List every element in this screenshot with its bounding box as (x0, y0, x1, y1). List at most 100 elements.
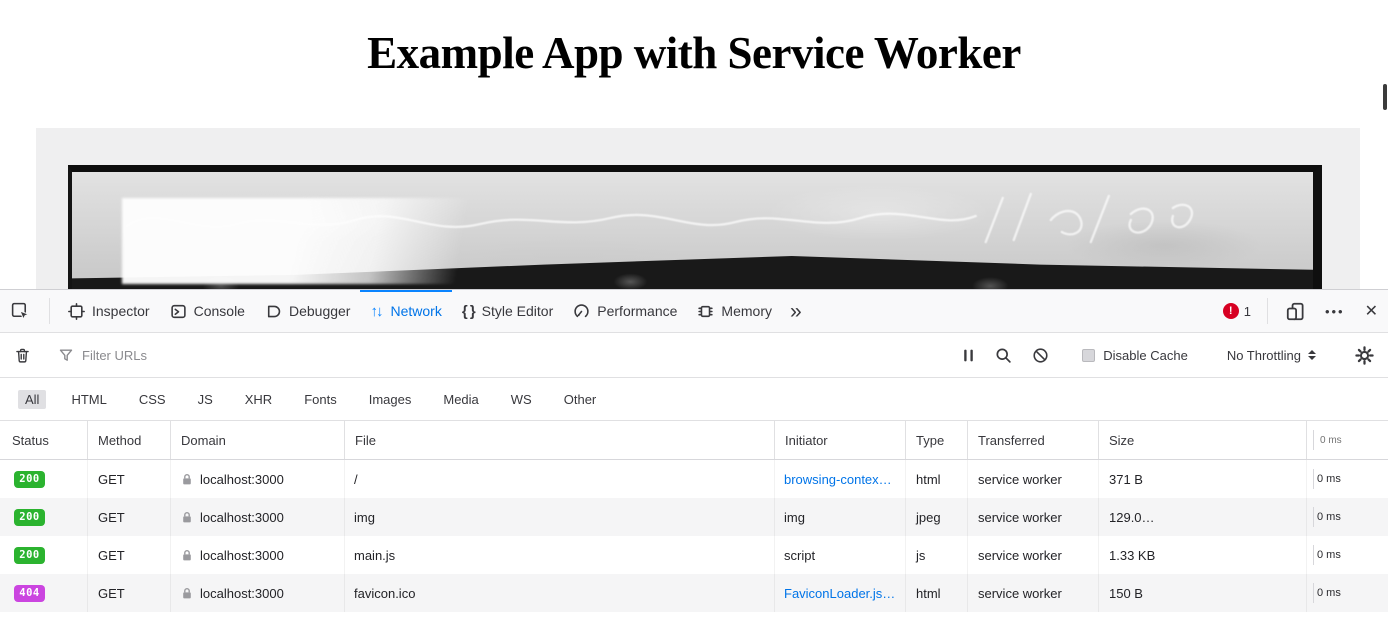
close-devtools-button[interactable]: ✕ (1355, 290, 1388, 332)
tab-label: Performance (597, 303, 677, 319)
tab-memory[interactable]: Memory (687, 290, 782, 332)
network-settings-button[interactable] (1345, 346, 1388, 365)
network-icon: ↑↓ (370, 303, 381, 320)
request-row[interactable]: 404 GET localhost:3000 favicon.ico Favic… (0, 574, 1388, 612)
method-cell: GET (88, 574, 171, 612)
column-header-initiator[interactable]: Initiator (775, 421, 906, 459)
gear-icon (1355, 346, 1374, 365)
column-header-type[interactable]: Type (906, 421, 968, 459)
lock-icon (181, 511, 193, 524)
filter-urls-input[interactable] (82, 348, 939, 363)
file-cell: favicon.ico (345, 574, 775, 612)
clear-requests-button[interactable] (0, 347, 41, 364)
search-button[interactable] (985, 347, 1022, 364)
devtools-menu-button[interactable]: ••• (1315, 290, 1355, 332)
filter-all[interactable]: All (18, 390, 46, 409)
tab-inspector[interactable]: Inspector (58, 290, 160, 332)
status-badge: 200 (14, 509, 45, 526)
tab-network[interactable]: ↑↓ Network (360, 290, 451, 332)
column-header-file[interactable]: File (345, 421, 775, 459)
filter-js[interactable]: JS (191, 390, 220, 409)
tab-label: Inspector (92, 303, 150, 319)
request-row[interactable]: 200 GET localhost:3000 main.js script js… (0, 536, 1388, 574)
initiator-link[interactable]: FaviconLoader.js… (775, 574, 906, 612)
app-screen: Example App with Service Worker (0, 0, 1388, 622)
inspector-icon (68, 303, 85, 320)
column-header-waterfall[interactable]: 0 ms (1307, 421, 1388, 459)
filter-css[interactable]: CSS (132, 390, 173, 409)
funnel-icon (58, 347, 74, 363)
tab-label: Console (194, 303, 245, 319)
page-scrollbar-thumb[interactable] (1383, 84, 1387, 110)
more-tabs-button[interactable]: » (782, 290, 810, 332)
column-header-status[interactable]: Status (0, 421, 88, 459)
tab-debugger[interactable]: Debugger (255, 290, 361, 332)
tab-label: Style Editor (482, 303, 554, 319)
filter-html[interactable]: HTML (64, 390, 113, 409)
request-type-filters: All HTML CSS JS XHR Fonts Images Media W… (0, 378, 1388, 421)
filter-ws[interactable]: WS (504, 390, 539, 409)
search-icon (995, 347, 1012, 364)
status-badge: 404 (14, 585, 45, 602)
size-cell: 129.0… (1099, 498, 1307, 536)
disable-cache-checkbox[interactable] (1082, 349, 1095, 362)
transferred-cell: service worker (968, 498, 1099, 536)
pick-element-button[interactable] (0, 290, 41, 332)
waterfall-cell: 0 ms (1307, 498, 1388, 536)
filter-media[interactable]: Media (436, 390, 485, 409)
tab-performance[interactable]: Performance (563, 290, 687, 332)
debugger-icon (265, 303, 282, 320)
disable-cache-label: Disable Cache (1103, 348, 1188, 363)
hero-image-area (36, 128, 1360, 289)
domain-text: localhost:3000 (200, 510, 284, 525)
throttling-value: No Throttling (1227, 348, 1301, 363)
waterfall-cell: 0 ms (1307, 536, 1388, 574)
column-header-domain[interactable]: Domain (171, 421, 345, 459)
console-icon (170, 303, 187, 320)
pause-icon (962, 348, 975, 363)
filter-other[interactable]: Other (557, 390, 604, 409)
type-cell: html (906, 574, 968, 612)
filter-fonts[interactable]: Fonts (297, 390, 344, 409)
filter-images[interactable]: Images (362, 390, 419, 409)
devtools-toolbar: Inspector Console Debugger ↑↓ Network (0, 290, 1388, 333)
lock-icon (181, 549, 193, 562)
responsive-design-mode-button[interactable] (1276, 290, 1315, 332)
initiator-link[interactable]: browsing-contex… (775, 460, 906, 498)
filter-xhr[interactable]: XHR (238, 390, 279, 409)
type-cell: js (906, 536, 968, 574)
tab-label: Memory (721, 303, 772, 319)
transferred-cell: service worker (968, 536, 1099, 574)
size-cell: 150 B (1099, 574, 1307, 612)
domain-cell: localhost:3000 (171, 574, 345, 612)
disable-cache-control[interactable]: Disable Cache (1072, 348, 1198, 363)
column-header-transferred[interactable]: Transferred (968, 421, 1099, 459)
domain-cell: localhost:3000 (171, 536, 345, 574)
requests-table-header: Status Method Domain File Initiator Type… (0, 421, 1388, 460)
file-cell: main.js (345, 536, 775, 574)
column-header-method[interactable]: Method (88, 421, 171, 459)
type-cell: jpeg (906, 498, 968, 536)
tab-console[interactable]: Console (160, 290, 255, 332)
toolbar-divider (1267, 298, 1268, 324)
tab-style-editor[interactable]: { } Style Editor (452, 290, 563, 332)
select-arrows-icon (1308, 350, 1316, 360)
domain-cell: localhost:3000 (171, 498, 345, 536)
request-blocking-button[interactable] (1022, 347, 1059, 364)
trash-icon (14, 347, 31, 364)
url-filter (54, 347, 939, 363)
waterfall-cell: 0 ms (1307, 574, 1388, 612)
lock-icon (181, 473, 193, 486)
request-row[interactable]: 200 GET localhost:3000 img img jpeg serv… (0, 498, 1388, 536)
pause-recording-button[interactable] (952, 348, 985, 363)
error-count-button[interactable]: ! 1 (1215, 290, 1259, 332)
responsive-design-icon (1286, 302, 1305, 321)
initiator-cell: script (775, 536, 906, 574)
error-icon: ! (1223, 303, 1239, 319)
domain-text: localhost:3000 (200, 548, 284, 563)
request-row[interactable]: 200 GET localhost:3000 / browsing-contex… (0, 460, 1388, 498)
method-cell: GET (88, 498, 171, 536)
waterfall-cell: 0 ms (1307, 460, 1388, 498)
column-header-size[interactable]: Size (1099, 421, 1307, 459)
throttling-select[interactable]: No Throttling (1211, 348, 1332, 363)
